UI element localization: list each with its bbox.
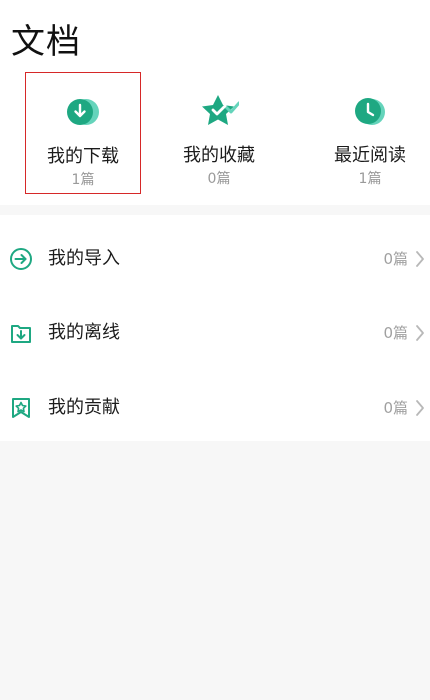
list-item-offline[interactable]: 我的离线 0篇 [0, 294, 430, 369]
quick-access-label: 我的收藏 [183, 145, 255, 166]
quick-access-count: 0篇 [207, 171, 231, 187]
list-item-contributions[interactable]: 我的贡献 0篇 [0, 369, 430, 444]
quick-access-downloads[interactable]: 我的下载 1篇 [25, 72, 141, 194]
import-arrow-icon [9, 247, 33, 271]
quick-access-label: 我的下载 [47, 146, 119, 167]
quick-access-favorites[interactable]: 我的收藏 0篇 [161, 72, 277, 194]
cloud-download-icon [26, 93, 140, 133]
list-item-label: 我的贡献 [48, 397, 120, 418]
quick-access-label: 最近阅读 [334, 145, 406, 166]
list-item-count: 0篇 [383, 250, 408, 268]
documents-page: 文档 我的下载 1篇 我的收藏 0篇 最近阅读 1篇 我的导入 0篇 我的离线 … [0, 0, 430, 700]
list-item-label: 我的导入 [48, 248, 120, 269]
documents-list: 我的导入 0篇 我的离线 0篇 我的贡献 0篇 [0, 215, 430, 441]
list-item-import[interactable]: 我的导入 0篇 [0, 220, 430, 295]
chevron-right-icon [413, 250, 427, 268]
chevron-right-icon [413, 399, 427, 417]
quick-access-count: 1篇 [358, 171, 382, 187]
star-check-icon [161, 92, 277, 132]
quick-access-recent[interactable]: 最近阅读 1篇 [312, 72, 428, 194]
chevron-right-icon [413, 324, 427, 342]
clock-icon [312, 92, 428, 132]
list-item-label: 我的离线 [48, 322, 120, 343]
folder-download-icon [9, 321, 33, 345]
page-title: 文档 [11, 22, 81, 62]
list-item-count: 0篇 [383, 324, 408, 342]
bookmark-star-icon [9, 396, 33, 420]
quick-access-count: 1篇 [71, 172, 95, 188]
documents-header: 文档 我的下载 1篇 我的收藏 0篇 最近阅读 1篇 [0, 0, 430, 205]
list-item-count: 0篇 [383, 399, 408, 417]
